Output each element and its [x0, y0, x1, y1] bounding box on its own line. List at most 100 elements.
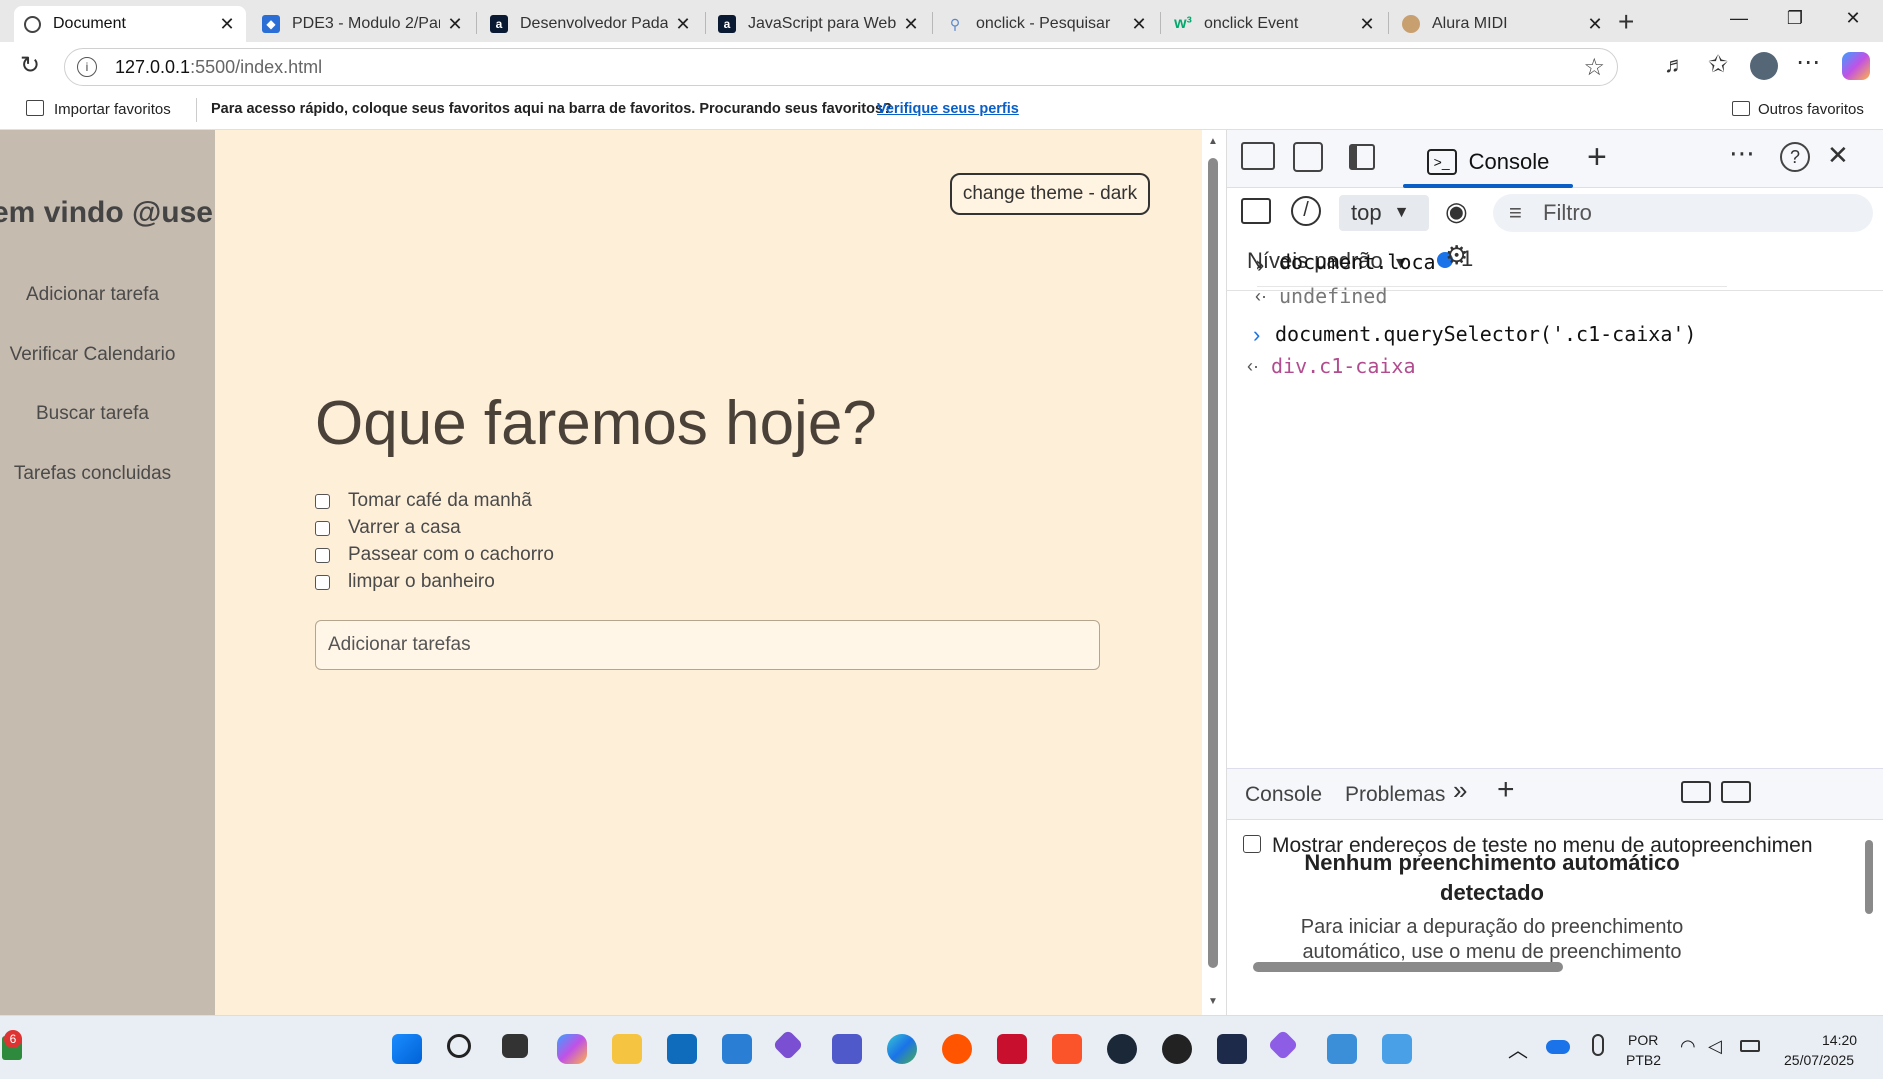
address-bar[interactable]: i 127.0.0.1:5500/index.html ☆ — [64, 48, 1618, 86]
tab-document[interactable]: Document ✕ — [14, 6, 246, 42]
info-icon[interactable]: i — [77, 57, 97, 77]
outlook-icon[interactable] — [667, 1034, 697, 1064]
task-view-icon[interactable] — [502, 1034, 528, 1058]
refresh-icon[interactable]: ↻ — [20, 51, 40, 80]
device-emulation-icon[interactable] — [1293, 142, 1323, 172]
tab-padawan[interactable]: a Desenvolvedor Padawa ✕ — [480, 6, 702, 42]
obs-icon[interactable] — [1162, 1034, 1192, 1064]
close-icon[interactable]: ✕ — [1130, 14, 1148, 35]
horizontal-scrollbar[interactable] — [1253, 962, 1563, 972]
audio-app-icon[interactable] — [1217, 1034, 1247, 1064]
page-scrollbar[interactable]: ▲ ▼ — [1202, 130, 1226, 1015]
console-line-text[interactable]: div.c1-caixa — [1271, 354, 1416, 378]
sidebar-icon[interactable] — [1241, 198, 1271, 224]
inspect-icon[interactable] — [1241, 142, 1275, 170]
steam-icon[interactable] — [1107, 1034, 1137, 1064]
battery-icon[interactable] — [1740, 1040, 1760, 1052]
nav-completed-tasks[interactable]: Tarefas concluidas — [0, 463, 185, 485]
obsidian-2-icon[interactable] — [1267, 1029, 1299, 1061]
change-theme-button[interactable]: change theme - dark — [950, 173, 1150, 215]
sidebar-toggle-icon[interactable] — [1349, 144, 1375, 170]
new-tab-button[interactable]: + — [1618, 6, 1634, 38]
soundcloud-icon[interactable] — [942, 1034, 972, 1064]
microphone-icon[interactable] — [1592, 1034, 1604, 1056]
todo-checkbox[interactable] — [315, 547, 330, 563]
clear-console-icon[interactable]: / — [1291, 196, 1321, 226]
check-profiles-link[interactable]: Verifique seus perfis — [877, 101, 1019, 117]
chevron-up-icon[interactable]: ︿ — [1508, 1034, 1528, 1063]
start-icon[interactable] — [392, 1034, 422, 1064]
copilot-icon[interactable] — [1842, 52, 1870, 80]
console-line-text[interactable]: document.querySelector('.c1-caixa') — [1275, 322, 1696, 346]
tab-pde3[interactable]: ◆ PDE3 - Modulo 2/Parte ✕ — [252, 6, 474, 42]
close-icon[interactable]: ✕ — [218, 14, 236, 35]
drawer-tab-console[interactable]: Console — [1245, 783, 1322, 807]
todo-checkbox[interactable] — [315, 493, 330, 509]
notepad-icon[interactable] — [1327, 1034, 1357, 1064]
clock-time[interactable]: 14:20 — [1822, 1032, 1857, 1048]
prompt-icon: › — [1253, 322, 1261, 347]
tab-onclick-event[interactable]: w³ onclick Event ✕ — [1164, 6, 1386, 42]
avatar[interactable] — [1750, 52, 1778, 80]
star-icon[interactable]: ☆ — [1583, 53, 1605, 82]
todo-checkbox[interactable] — [315, 520, 330, 536]
minimize-button[interactable]: — — [1716, 8, 1762, 34]
tab-alura-midi[interactable]: Alura MIDI ✕ — [1392, 6, 1614, 42]
todo-item: Varrer a casa — [315, 517, 461, 539]
tab-console[interactable]: >_ Console — [1403, 138, 1573, 188]
close-devtools-icon[interactable]: ✕ — [1827, 140, 1849, 171]
tab-title: Document — [53, 15, 126, 32]
close-icon[interactable]: ✕ — [1358, 14, 1376, 35]
todo-checkbox[interactable] — [315, 574, 330, 590]
clock-date[interactable]: 25/07/2025 — [1784, 1052, 1854, 1068]
more-icon[interactable]: ⋯ — [1796, 48, 1820, 77]
tab-javascript[interactable]: a JavaScript para Web: C ✕ — [708, 6, 930, 42]
onedrive-icon[interactable] — [1546, 1040, 1570, 1054]
drawer-tab-problems[interactable]: Problemas — [1345, 783, 1445, 807]
close-icon[interactable]: ✕ — [1586, 14, 1604, 35]
favorites-icon[interactable]: ✩ — [1708, 50, 1728, 79]
close-icon[interactable]: ✕ — [446, 14, 464, 35]
todo-label: Varrer a casa — [348, 517, 461, 538]
autofill-title: Nenhum preenchimento automático — [1304, 850, 1680, 875]
edge-icon[interactable] — [887, 1034, 917, 1064]
close-window-button[interactable]: ✕ — [1830, 8, 1876, 34]
add-task-input[interactable]: Adicionar tarefas — [315, 620, 1100, 670]
language-line-2[interactable]: PTB2 — [1626, 1052, 1661, 1068]
more-tabs-icon[interactable]: » — [1453, 775, 1467, 806]
nav-calendar[interactable]: Verificar Calendario — [0, 344, 185, 366]
filter-input[interactable]: ≡ Filtro — [1493, 194, 1873, 232]
close-icon[interactable]: ✕ — [674, 14, 692, 35]
help-icon[interactable]: ? — [1780, 142, 1810, 172]
close-drawer-icon[interactable] — [1721, 781, 1751, 803]
import-favorites-button[interactable]: Importar favoritos — [54, 101, 171, 118]
search-icon[interactable] — [447, 1034, 471, 1058]
nav-search-task[interactable]: Buscar tarefa — [0, 403, 185, 425]
volume-icon[interactable]: ◁ — [1708, 1036, 1722, 1057]
add-tab-icon[interactable]: + — [1497, 773, 1515, 807]
copilot-icon[interactable] — [557, 1034, 587, 1064]
teams-icon[interactable] — [832, 1034, 862, 1064]
add-tab-icon[interactable]: + — [1587, 138, 1607, 177]
vscode-icon[interactable] — [722, 1034, 752, 1064]
read-aloud-icon[interactable]: ♬ — [1664, 52, 1686, 78]
wifi-icon[interactable]: ◠ — [1680, 1036, 1696, 1057]
tab-onclick-search[interactable]: ⚲ onclick - Pesquisar ✕ — [936, 6, 1158, 42]
language-line-1[interactable]: POR — [1628, 1032, 1658, 1048]
scrollbar-thumb[interactable] — [1208, 158, 1218, 968]
eye-icon[interactable]: ◉ — [1445, 196, 1468, 227]
more-icon[interactable]: ⋯ — [1729, 138, 1755, 169]
brave-icon[interactable] — [1052, 1034, 1082, 1064]
context-selector[interactable]: top ▼ — [1339, 195, 1429, 231]
restore-button[interactable]: ❐ — [1772, 8, 1818, 34]
dock-icon[interactable] — [1681, 781, 1711, 803]
nav-add-task[interactable]: Adicionar tarefa — [0, 284, 185, 306]
tab-title: JavaScript para Web: C — [748, 15, 896, 32]
other-favorites-button[interactable]: Outros favoritos — [1758, 101, 1864, 118]
close-icon[interactable]: ✕ — [902, 14, 920, 35]
obsidian-icon[interactable] — [772, 1029, 804, 1061]
monitor-icon[interactable] — [1382, 1034, 1412, 1064]
mcafee-icon[interactable] — [997, 1034, 1027, 1064]
file-explorer-icon[interactable] — [612, 1034, 642, 1064]
vertical-scrollbar[interactable] — [1865, 840, 1873, 914]
